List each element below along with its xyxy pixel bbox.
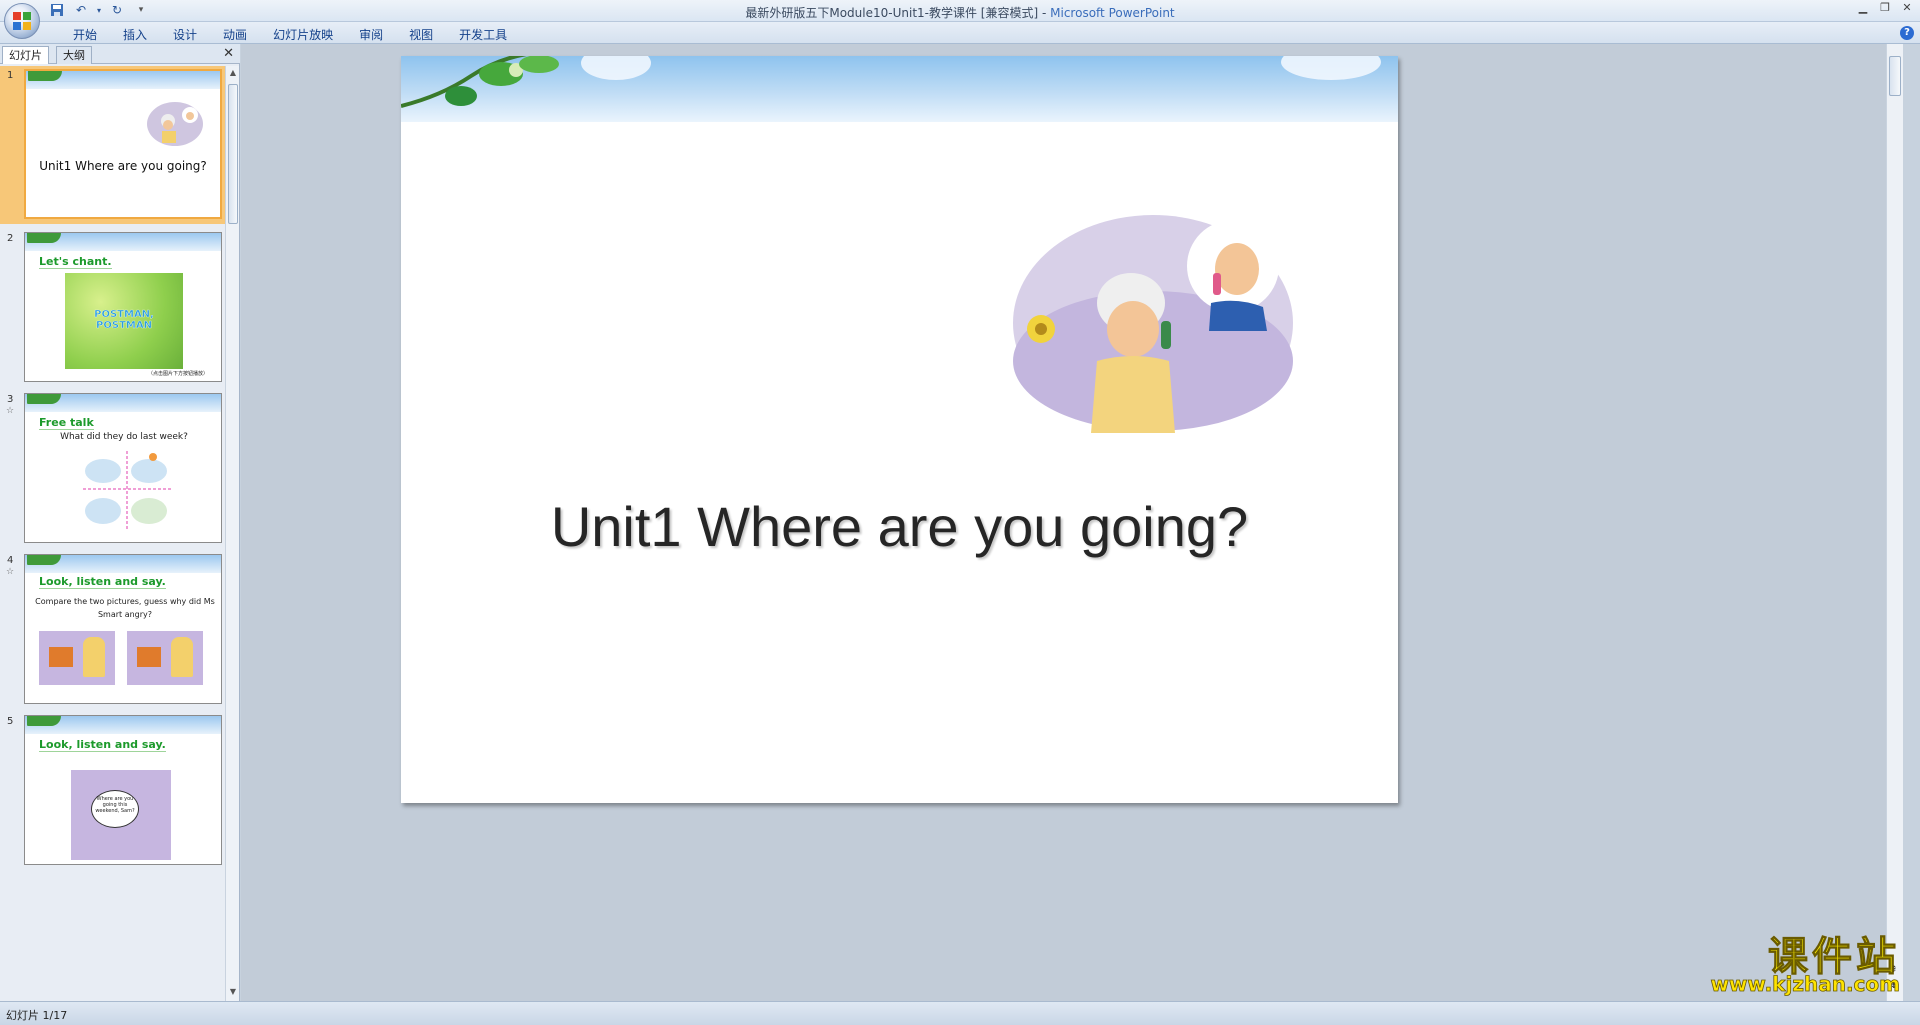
tab-view[interactable]: 视图 (396, 26, 446, 43)
picture-left (39, 631, 115, 685)
thumbnail-list: 1 Unit1 Where are you going? 2 Let's cha… (0, 66, 226, 1001)
tab-slides[interactable]: 幻灯片 (2, 46, 49, 64)
thumbnail-row[interactable]: 3 ☆ Free talk What did they do last week… (0, 390, 226, 548)
slide-number: 3 (7, 394, 14, 405)
title-bar: ↶ ▾ ↻ ▾ 最新外研版五下Module10-Unit1-教学课件 [兼容模式… (0, 0, 1920, 22)
grandma-phone-illustration (1013, 215, 1293, 433)
thumbnail-heading: Free talk (39, 416, 94, 430)
thumbnail-row[interactable]: 2 Let's chant. POSTMAN, POSTMAN （点击图片下方按… (0, 229, 226, 387)
scroll-down-icon[interactable]: ▼ (228, 987, 238, 999)
thumbnail-row[interactable]: 1 Unit1 Where are you going? (0, 66, 226, 224)
app-name: Microsoft PowerPoint (1050, 6, 1175, 20)
pane-tabs: 幻灯片 大纲 ✕ (0, 44, 240, 64)
help-icon[interactable]: ? (1900, 26, 1914, 40)
tab-outline[interactable]: 大纲 (56, 46, 92, 64)
animation-star-icon: ☆ (6, 406, 15, 416)
restore-icon[interactable]: ❐ (1878, 2, 1892, 14)
thumbnail-title: Unit1 Where are you going? (39, 159, 207, 173)
document-name: 最新外研版五下Module10-Unit1-教学课件 [兼容模式] (745, 6, 1039, 20)
office-logo-icon (13, 12, 31, 30)
chant-banner: POSTMAN, POSTMAN (94, 309, 154, 331)
slides-pane: 幻灯片 大纲 ✕ 1 Unit1 Where are you going? 2 … (0, 44, 240, 1001)
title-separator: - (1038, 6, 1051, 20)
thumbnail-text: Compare the two pictures, guess why did … (35, 597, 215, 619)
leaf-decoration (28, 71, 62, 81)
conversation-picture: Where are you going this weekend, Sam? (71, 770, 171, 860)
slide-thumbnail[interactable]: Look, listen and say. Where are you goin… (24, 715, 222, 865)
thumbnail-row[interactable]: 4 ☆ Look, listen and say. Compare the tw… (0, 551, 226, 709)
tab-slide-show[interactable]: 幻灯片放映 (260, 26, 346, 43)
pane-close-icon[interactable]: ✕ (223, 46, 234, 61)
tab-animations[interactable]: 动画 (210, 26, 260, 43)
slide-editor: Unit1 Where are you going? ⇞ ⇟ (241, 44, 1903, 1001)
site-watermark: 课件站 www.kjzhan.com (1660, 924, 1900, 997)
thumbnail-heading: Look, listen and say. (39, 738, 166, 752)
editor-scroll-thumb[interactable] (1889, 56, 1901, 96)
slide-number: 4 (7, 555, 14, 566)
minimize-icon[interactable]: ▁ (1856, 2, 1870, 14)
slide-title[interactable]: Unit1 Where are you going? (401, 494, 1398, 559)
slide-number: 1 (7, 70, 14, 81)
slide-thumbnail[interactable]: Free talk What did they do last week? (24, 393, 222, 543)
editor-scrollbar[interactable]: ⇞ ⇟ (1886, 44, 1903, 1001)
leaf-decoration (27, 394, 61, 404)
ribbon: 开始 插入 设计 动画 幻灯片放映 审阅 视图 开发工具 ? (0, 22, 1920, 44)
thumbnail-caption: （点击图片下方按钮播放） (147, 371, 208, 377)
vine-leaf-decoration (401, 56, 559, 108)
leaf-decoration (27, 555, 61, 565)
leaf-decoration (27, 716, 61, 726)
tab-review[interactable]: 审阅 (346, 26, 396, 43)
animation-star-icon: ☆ (6, 567, 15, 577)
ribbon-tabs: 开始 插入 设计 动画 幻灯片放映 审阅 视图 开发工具 (60, 26, 520, 43)
slide-thumbnail[interactable]: Let's chant. POSTMAN, POSTMAN （点击图片下方按钮播… (24, 232, 222, 382)
slide-number: 2 (7, 233, 14, 244)
slide-thumbnail[interactable]: Look, listen and say. Compare the two pi… (24, 554, 222, 704)
slide-thumbnail[interactable]: Unit1 Where are you going? (24, 69, 222, 219)
pane-scroll-thumb[interactable] (228, 84, 238, 224)
tab-home[interactable]: 开始 (60, 26, 110, 43)
window-controls: ▁ ❐ ✕ (1856, 2, 1914, 14)
office-button[interactable] (4, 3, 40, 39)
leaf-decoration (27, 233, 61, 243)
grandma-phone-illustration (147, 102, 203, 146)
thumbnail-text: What did they do last week? (60, 432, 188, 442)
thumbnail-heading: Look, listen and say. (39, 575, 166, 589)
thumbnail-row[interactable]: 5 Look, listen and say. Where are you go… (0, 712, 226, 870)
tab-insert[interactable]: 插入 (110, 26, 160, 43)
slide-number: 5 (7, 716, 14, 727)
slide-counter: 幻灯片 1/17 (6, 1009, 68, 1022)
tab-design[interactable]: 设计 (160, 26, 210, 43)
status-bar: 幻灯片 1/17 (0, 1001, 1920, 1025)
picture-right (127, 631, 203, 685)
pane-scrollbar[interactable]: ▲ ▼ (225, 66, 239, 1001)
close-icon[interactable]: ✕ (1900, 2, 1914, 14)
thumbnail-heading: Let's chant. (39, 255, 112, 269)
window-title: 最新外研版五下Module10-Unit1-教学课件 [兼容模式] - Micr… (0, 4, 1920, 21)
activity-pictures (83, 451, 171, 529)
scroll-up-icon[interactable]: ▲ (228, 68, 238, 80)
speech-bubble: Where are you going this weekend, Sam? (95, 796, 135, 814)
current-slide[interactable]: Unit1 Where are you going? (401, 56, 1398, 803)
tab-developer[interactable]: 开发工具 (446, 26, 520, 43)
watermark-url: www.kjzhan.com (1710, 972, 1900, 997)
